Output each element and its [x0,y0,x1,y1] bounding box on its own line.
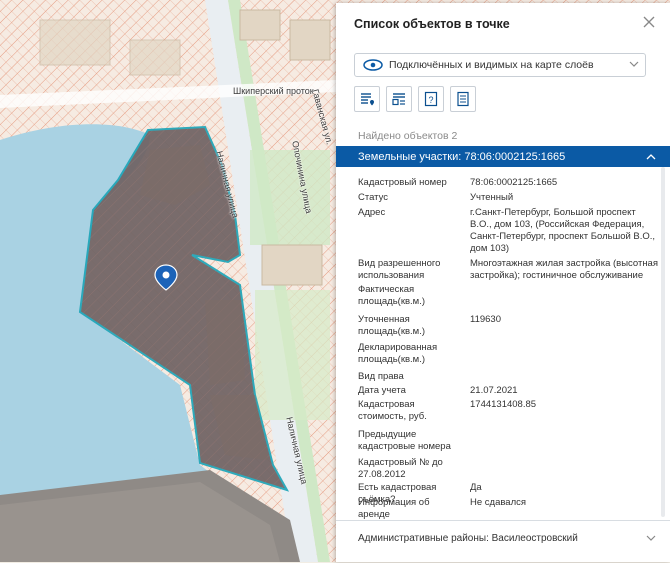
attribute-key: Вид права [358,371,404,382]
unknown-object-button[interactable]: ? [418,86,444,112]
street-label-shkipersky: Шкиперский проток [233,86,314,96]
document-button[interactable] [450,86,476,112]
unknown-object-icon: ? [424,91,438,107]
building [39,19,111,66]
attribute-key: Фактическая площадь(кв.м.) [358,284,426,307]
section-title: Земельные участки: 78:06:0002125:1665 [358,150,566,163]
attribute-key: Дата учета [358,385,406,396]
attribute-key: Декларированная площадь(кв.м.) [358,342,438,365]
chevron-down-icon [646,535,656,541]
layer-filter-value: Подключённых и видимых на карте слоёв [389,59,594,71]
building [129,39,181,76]
attribute-value: 21.07.2021 [470,385,518,396]
building [289,19,331,61]
panel-toolbar: ? [354,86,476,112]
chevron-down-icon [629,61,639,67]
layers-list-icon [392,93,405,106]
attribute-key: Статус [358,192,389,203]
section-admin-districts-header[interactable]: Административные районы: Василеостровски… [336,520,670,563]
attribute-key: Вид разрешенного использования [358,258,441,281]
attribute-value: г.Санкт-Петербург, Большой проспект В.О.… [470,207,656,254]
attribute-value: Учтенный [470,192,514,203]
layers-list-button[interactable] [386,86,412,112]
found-count: Найдено объектов 2 [358,130,458,142]
attribute-value: 1744131408.85 [470,399,537,410]
footer-section-title: Административные районы: Василеостровски… [358,533,578,544]
attribute-value: 119630 [470,314,501,325]
attribute-key: Адрес [358,207,386,218]
layers-pin-icon [361,93,374,106]
attribute-key: Кадастровый номер [358,177,447,188]
chevron-up-icon [646,154,656,160]
building [239,9,281,41]
close-icon[interactable] [642,15,656,29]
attribute-value: Многоэтажная жилая застройка (высотная з… [470,258,658,281]
building [205,300,245,385]
scrollbar[interactable] [661,167,665,517]
layer-filter-select[interactable]: Подключённых и видимых на карте слоёв [354,53,646,77]
panel-title: Список объектов в точке [354,17,510,31]
document-icon [457,91,469,107]
svg-text:?: ? [428,95,433,105]
attribute-key: Информация об аренде [358,497,430,520]
layers-eye-icon [363,59,383,71]
layers-pin-button[interactable] [354,86,380,112]
attribute-key: Уточненная площадь(кв.м.) [358,314,426,337]
park-block [255,290,330,420]
building [261,244,323,286]
attribute-key: Кадастровая стоимость, руб. [358,399,427,422]
attribute-key: Предыдущие кадастровые номера [358,429,451,452]
attribute-value: Да [470,482,482,493]
attribute-key: Кадастровый № до 27.08.2012 [358,457,443,480]
objects-panel: Список объектов в точке Подключённых и в… [336,3,670,562]
park-block [250,150,330,245]
attribute-value: 78:06:0002125:1665 [470,177,558,188]
attribute-value: Не сдавался [470,497,527,508]
section-land-parcels-header[interactable]: Земельные участки: 78:06:0002125:1665 [336,146,670,167]
